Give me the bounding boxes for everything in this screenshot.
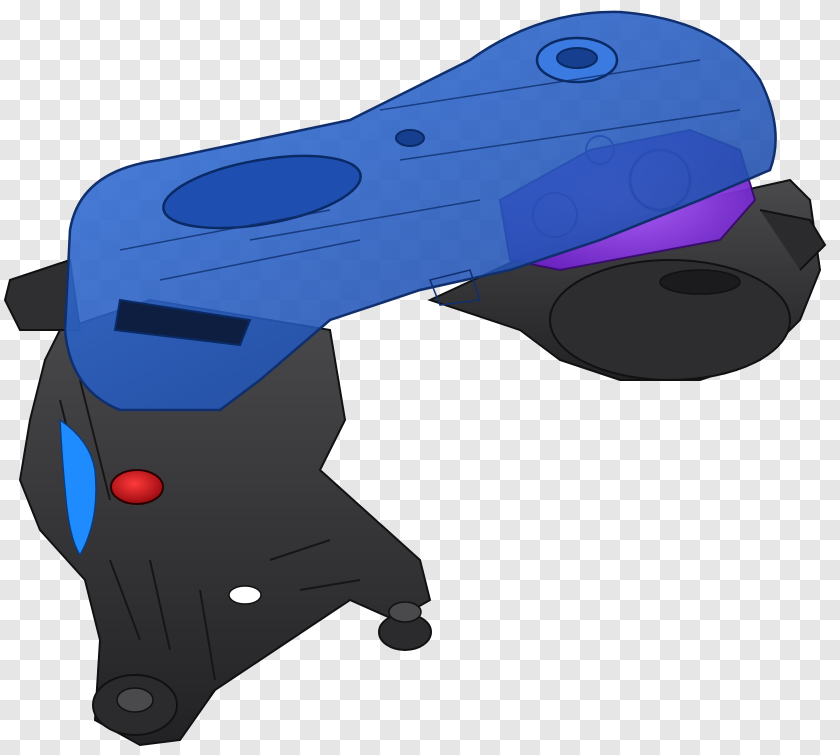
mount-hole xyxy=(228,585,262,605)
transparency-checkerboard-background xyxy=(0,0,840,755)
red-port xyxy=(110,469,164,505)
slot xyxy=(659,269,741,295)
gearbox-render xyxy=(3,10,827,747)
cover-small-boss xyxy=(395,129,425,147)
